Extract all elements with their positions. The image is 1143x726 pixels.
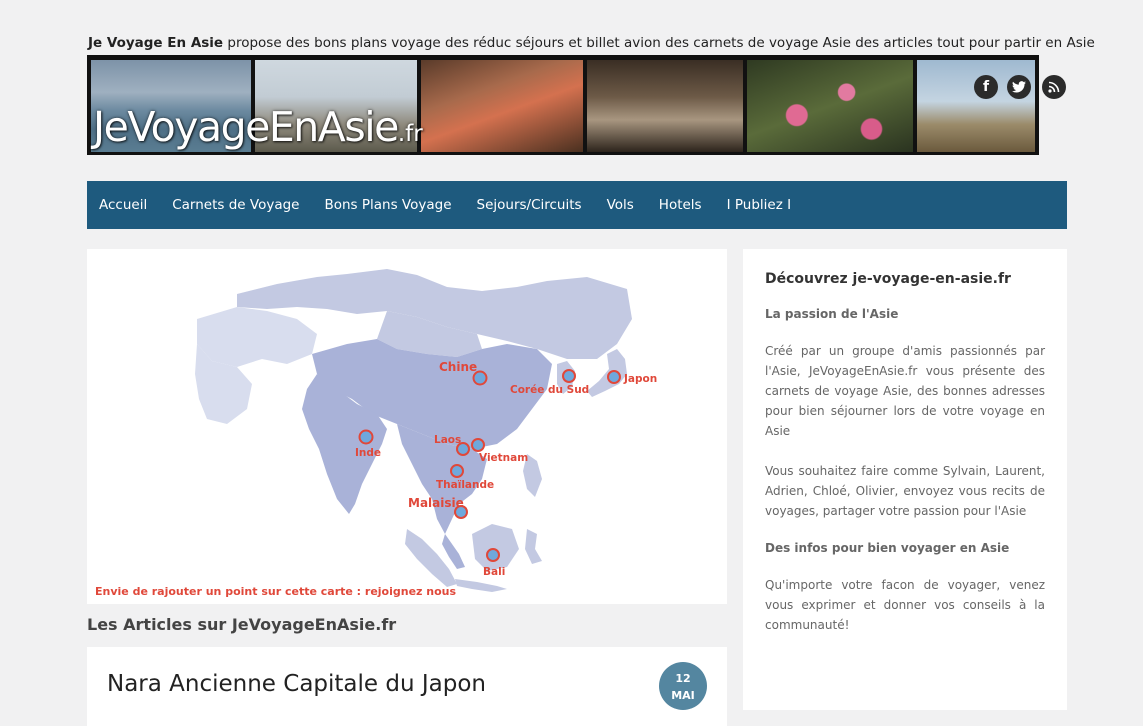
article-card[interactable]: Nara Ancienne Capitale du Japon 12 MAI xyxy=(87,647,727,726)
twitter-icon[interactable] xyxy=(1007,75,1031,99)
banner-photo-kitchen xyxy=(587,60,743,152)
map-label-chine: Chine xyxy=(439,360,477,374)
map-marker-vietnam xyxy=(471,438,485,452)
map-label-japon: Japon xyxy=(623,373,657,385)
map-region-malay xyxy=(442,534,465,569)
site-logo[interactable]: JeVoyageEnAsie.fr xyxy=(93,103,423,151)
map-marker-thailande xyxy=(450,464,464,478)
tagline-text: propose des bons plans voyage des réduc … xyxy=(223,35,1095,51)
nav-item-accueil[interactable]: Accueil xyxy=(99,197,147,213)
header-banner[interactable]: JeVoyageEnAsie.fr xyxy=(87,55,1039,155)
map-region-sulawesi xyxy=(525,529,542,564)
article-title[interactable]: Nara Ancienne Capitale du Japon xyxy=(107,671,486,697)
map-region-java xyxy=(455,579,507,592)
banner-photo-cook xyxy=(421,60,583,152)
tagline-brand: Je Voyage En Asie xyxy=(88,35,224,51)
map-marker-japon xyxy=(607,370,621,384)
map-marker-bali xyxy=(486,548,500,562)
nav-item-hotels[interactable]: Hotels xyxy=(659,197,702,213)
article-date-day: 12 xyxy=(675,672,691,685)
asia-map: Chine Corée du Sud Japon Inde Laos Vietn… xyxy=(87,249,727,604)
banner-photo-flowers xyxy=(747,60,913,152)
map-region-central-asia xyxy=(197,307,317,367)
map-label-laos: Laos xyxy=(434,434,461,446)
nav-item-vols[interactable]: Vols xyxy=(607,197,634,213)
nav-item-sejours[interactable]: Sejours/Circuits xyxy=(477,197,582,213)
nav-item-bons-plans[interactable]: Bons Plans Voyage xyxy=(324,197,451,213)
map-marker-inde xyxy=(358,429,374,445)
nav-item-publiez[interactable]: I Publiez I xyxy=(727,197,791,213)
map-region-borneo xyxy=(472,524,519,571)
sidebar-paragraph-share: Vous souhaitez faire comme Sylvain, Laur… xyxy=(765,464,1045,518)
sidebar-heading-infos: Des infos pour bien voyager en Asie xyxy=(765,541,1010,555)
rss-icon[interactable] xyxy=(1042,75,1066,99)
map-region-sumatra xyxy=(405,529,457,587)
map-join-note[interactable]: Envie de rajouter un point sur cette car… xyxy=(95,585,456,598)
sidebar-paragraph-intro: Créé par un groupe d'amis passionnés par… xyxy=(765,344,1045,438)
banner-photo-temple xyxy=(917,60,1035,152)
map-label-inde: Inde xyxy=(355,447,381,459)
facebook-icon[interactable]: f xyxy=(974,75,998,99)
map-label-thailande: Thaïlande xyxy=(436,479,494,491)
article-date-badge: 12 MAI xyxy=(659,662,707,710)
map-label-vietnam: Vietnam xyxy=(479,452,528,464)
nav-item-carnets[interactable]: Carnets de Voyage xyxy=(172,197,299,213)
map-label-malaisie: Malaisie xyxy=(408,496,464,510)
map-label-bali: Bali xyxy=(483,566,505,578)
sidebar-paragraph-advice: Qu'importe votre facon de voyager, venez… xyxy=(765,578,1045,632)
article-date-month: MAI xyxy=(671,689,695,702)
sidebar-about: Découvrez je-voyage-en-asie.fr La passio… xyxy=(743,249,1067,710)
site-tagline: Je Voyage En Asie propose des bons plans… xyxy=(88,35,1095,51)
sidebar-title: Découvrez je-voyage-en-asie.fr xyxy=(765,271,1011,287)
logo-suffix: .fr xyxy=(397,121,423,147)
main-navigation: Accueil Carnets de Voyage Bons Plans Voy… xyxy=(87,181,1067,229)
map-label-coree: Corée du Sud xyxy=(510,384,589,396)
map-marker-coree xyxy=(562,369,576,383)
articles-section-title: Les Articles sur JeVoyageEnAsie.fr xyxy=(87,615,397,634)
logo-main: JeVoyageEnAsie xyxy=(93,103,399,151)
sidebar-heading-passion: La passion de l'Asie xyxy=(765,307,899,321)
